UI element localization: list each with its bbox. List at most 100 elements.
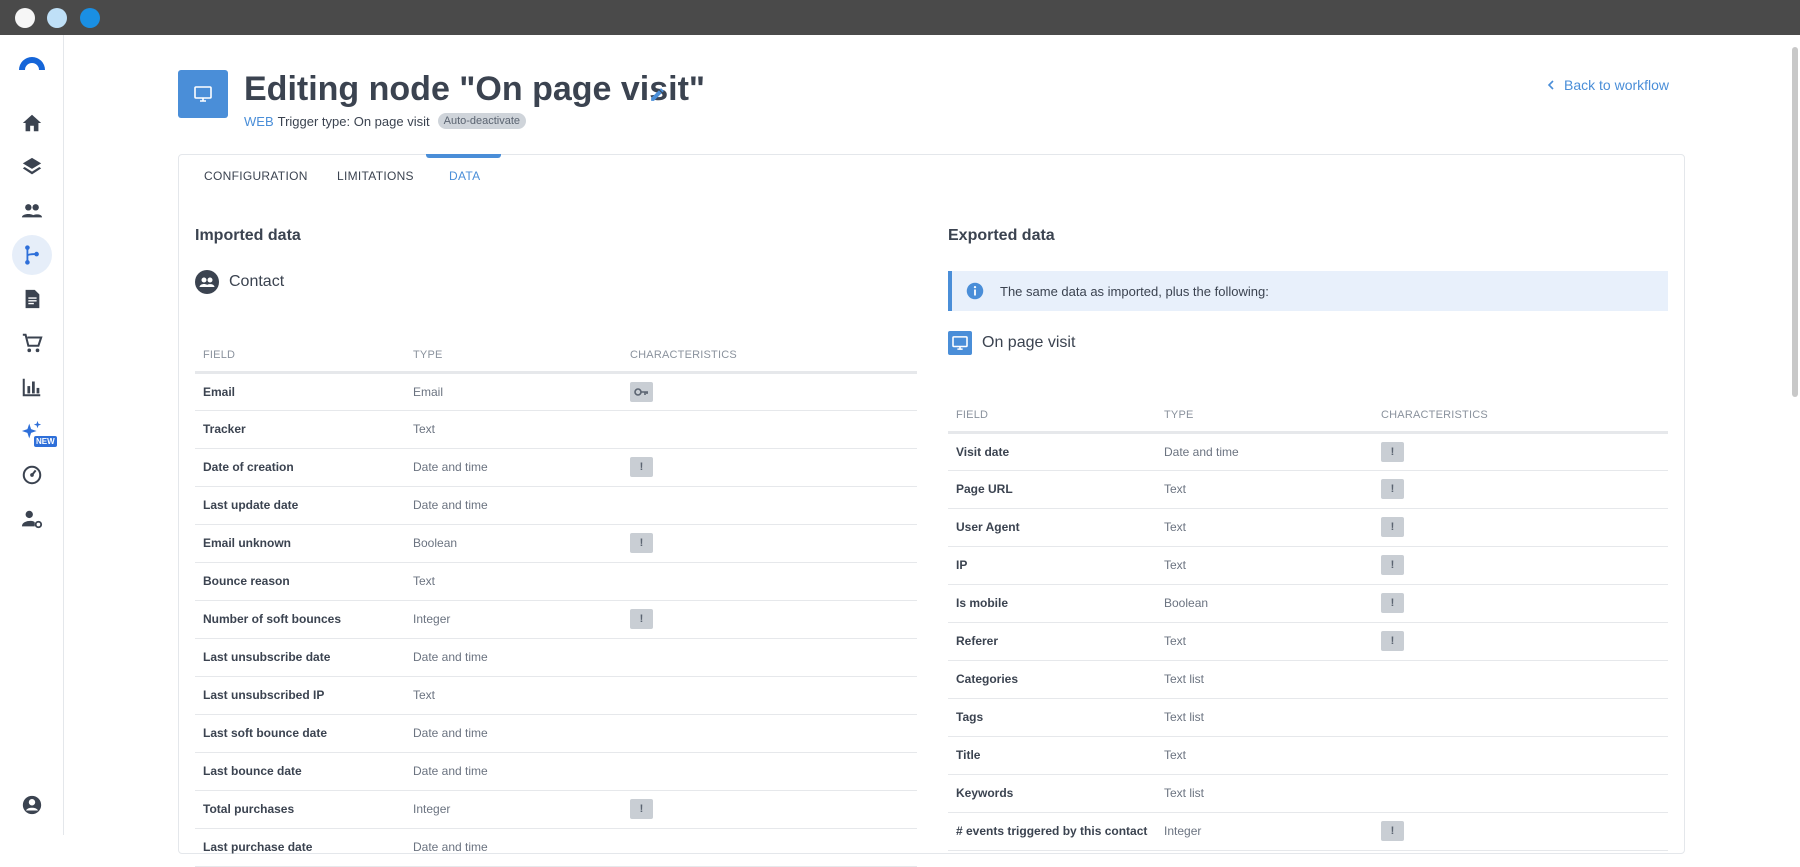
table-row: Bounce reason Text bbox=[195, 562, 917, 601]
field-characteristics bbox=[622, 714, 917, 753]
field-type: Boolean bbox=[405, 524, 622, 563]
table-row: Visit date Date and time! bbox=[948, 432, 1668, 471]
field-characteristics bbox=[622, 410, 917, 449]
sidebar-item-contacts[interactable] bbox=[12, 191, 52, 231]
window-minimize-button[interactable] bbox=[47, 8, 67, 28]
table-row: # events triggered by this contact Intege… bbox=[948, 812, 1668, 851]
field-type: Date and time bbox=[405, 448, 622, 487]
contacts-icon bbox=[195, 270, 219, 294]
field-name: Referer bbox=[948, 622, 1156, 661]
field-name: Last update date bbox=[195, 486, 405, 525]
exported-entity-label: On page visit bbox=[982, 334, 1076, 351]
active-tab-indicator bbox=[426, 154, 501, 158]
tab-limitations[interactable]: LIMITATIONS bbox=[337, 169, 414, 183]
tab-configuration[interactable]: CONFIGURATION bbox=[204, 169, 308, 183]
info-banner-text: The same data as imported, plus the foll… bbox=[1000, 283, 1269, 299]
field-name: Title bbox=[948, 736, 1156, 775]
warning-icon[interactable]: ! bbox=[1381, 593, 1404, 613]
warning-icon[interactable]: ! bbox=[1381, 555, 1404, 575]
field-type: Text bbox=[405, 410, 622, 449]
sidebar-item-statistics[interactable] bbox=[12, 367, 52, 407]
field-characteristics bbox=[622, 638, 917, 677]
imported-data-title: Imported data bbox=[195, 227, 301, 244]
column-header-characteristics: CHARACTERISTICS bbox=[622, 340, 917, 374]
imported-fields-table: FIELD TYPE CHARACTERISTICS Email Email Tra… bbox=[195, 340, 917, 867]
field-characteristics: ! bbox=[622, 524, 917, 563]
document-icon bbox=[25, 289, 40, 309]
field-type: Integer bbox=[405, 790, 622, 829]
sidebar-item-user-settings[interactable] bbox=[12, 499, 52, 539]
field-characteristics bbox=[622, 828, 917, 867]
sidebar-item-cart[interactable] bbox=[12, 323, 52, 363]
info-banner: The same data as imported, plus the foll… bbox=[948, 271, 1668, 311]
field-characteristics: ! bbox=[1373, 546, 1668, 585]
field-type: Text bbox=[1156, 736, 1373, 775]
warning-icon[interactable]: ! bbox=[630, 457, 653, 477]
table-row: Is mobile Boolean! bbox=[948, 584, 1668, 623]
scrollbar-thumb[interactable] bbox=[1792, 47, 1798, 397]
table-row: Last unsubscribed IP Text bbox=[195, 676, 917, 715]
node-type-badge bbox=[178, 70, 228, 118]
user-settings-icon bbox=[21, 510, 43, 529]
field-characteristics: ! bbox=[1373, 584, 1668, 623]
field-name: Last soft bounce date bbox=[195, 714, 405, 753]
table-row: IP Text! bbox=[948, 546, 1668, 585]
sidebar-item-workflows[interactable] bbox=[12, 235, 52, 275]
window-titlebar bbox=[0, 0, 1800, 35]
warning-icon[interactable]: ! bbox=[1381, 821, 1404, 841]
table-row: Last bounce date Date and time bbox=[195, 752, 917, 791]
info-icon bbox=[966, 282, 984, 300]
field-name: Categories bbox=[948, 660, 1156, 699]
table-row: Email unknown Boolean! bbox=[195, 524, 917, 563]
brand-logo-icon[interactable] bbox=[17, 55, 47, 71]
window-maximize-button[interactable] bbox=[80, 8, 100, 28]
back-to-workflow-link[interactable]: Back to workflow bbox=[1546, 77, 1669, 93]
field-characteristics bbox=[622, 562, 917, 601]
table-row: Tags Text list bbox=[948, 698, 1668, 737]
field-characteristics: ! bbox=[622, 448, 917, 487]
home-icon bbox=[22, 114, 42, 132]
sidebar-item-ai[interactable]: NEW bbox=[12, 411, 57, 451]
tab-data[interactable]: DATA bbox=[449, 169, 480, 183]
field-characteristics: ! bbox=[1373, 812, 1668, 851]
field-type: Text bbox=[1156, 546, 1373, 585]
warning-icon[interactable]: ! bbox=[1381, 631, 1404, 651]
field-type: Date and time bbox=[405, 486, 622, 525]
sidebar-item-layers[interactable] bbox=[12, 147, 52, 187]
exported-data-title: Exported data bbox=[948, 227, 1055, 244]
field-type: Boolean bbox=[1156, 584, 1373, 623]
sidebar-item-home[interactable] bbox=[12, 103, 52, 143]
warning-icon[interactable]: ! bbox=[630, 799, 653, 819]
field-characteristics: ! bbox=[622, 790, 917, 829]
field-characteristics bbox=[1373, 660, 1668, 699]
field-characteristics bbox=[622, 372, 917, 411]
field-name: IP bbox=[948, 546, 1156, 585]
warning-icon[interactable]: ! bbox=[1381, 479, 1404, 499]
warning-icon[interactable]: ! bbox=[630, 609, 653, 629]
table-row: Date of creation Date and time! bbox=[195, 448, 917, 487]
key-icon[interactable] bbox=[630, 381, 653, 402]
warning-icon[interactable]: ! bbox=[1381, 517, 1404, 537]
sidebar-item-documents[interactable] bbox=[12, 279, 52, 319]
edit-pencil-icon[interactable] bbox=[649, 86, 666, 103]
field-type: Date and time bbox=[405, 752, 622, 791]
field-characteristics: ! bbox=[1373, 470, 1668, 509]
page-title: Editing node "On page visit" bbox=[244, 70, 706, 108]
sidebar-item-account[interactable] bbox=[12, 785, 52, 825]
field-type: Integer bbox=[405, 600, 622, 639]
field-name: Total purchases bbox=[195, 790, 405, 829]
field-characteristics bbox=[622, 486, 917, 525]
exported-table-body: Visit date Date and time! Page URL Text! Use… bbox=[948, 432, 1668, 851]
account-icon bbox=[22, 795, 42, 815]
table-row: Title Text bbox=[948, 736, 1668, 775]
window-close-button[interactable] bbox=[15, 8, 35, 28]
warning-icon[interactable]: ! bbox=[1381, 441, 1404, 462]
field-name: User Agent bbox=[948, 508, 1156, 547]
warning-icon[interactable]: ! bbox=[630, 533, 653, 553]
table-row: Keywords Text list bbox=[948, 774, 1668, 813]
table-row: Number of soft bounces Integer! bbox=[195, 600, 917, 639]
page-scrollbar[interactable] bbox=[1788, 35, 1800, 835]
column-header-type: TYPE bbox=[1156, 400, 1373, 434]
column-header-field: FIELD bbox=[195, 340, 405, 374]
sidebar-item-dashboard[interactable] bbox=[12, 455, 52, 495]
